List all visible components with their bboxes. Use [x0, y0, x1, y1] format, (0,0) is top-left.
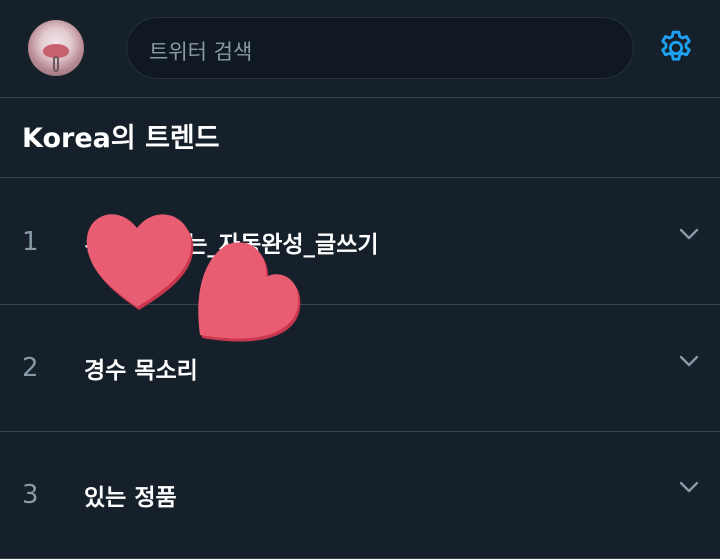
avatar-image-chain — [53, 56, 59, 72]
chevron-down-icon[interactable] — [679, 480, 699, 494]
top-bar: 트위터 검색 — [0, 0, 720, 98]
trend-name: 경수 목소리 — [84, 358, 198, 384]
search-input[interactable]: 트위터 검색 — [126, 17, 634, 79]
trend-rank: 3 — [22, 480, 39, 510]
chevron-down-icon[interactable] — [679, 227, 699, 241]
trend-name: # _시작하는_자동완성_글쓰기 — [84, 232, 379, 258]
trend-rank: 2 — [22, 353, 39, 383]
gear-icon[interactable] — [656, 28, 696, 68]
trend-item[interactable]: 3 있는 정품 — [0, 432, 720, 559]
search-placeholder: 트위터 검색 — [149, 40, 253, 64]
avatar[interactable] — [28, 20, 84, 76]
trend-item[interactable]: 1 # _시작하는_자동완성_글쓰기 — [0, 178, 720, 305]
trend-rank: 1 — [22, 227, 39, 257]
trend-name: 있는 정품 — [84, 485, 177, 511]
trend-item[interactable]: 2 경수 목소리 — [0, 305, 720, 432]
section-title: Korea의 트렌드 — [22, 123, 220, 154]
chevron-down-icon[interactable] — [679, 354, 699, 368]
